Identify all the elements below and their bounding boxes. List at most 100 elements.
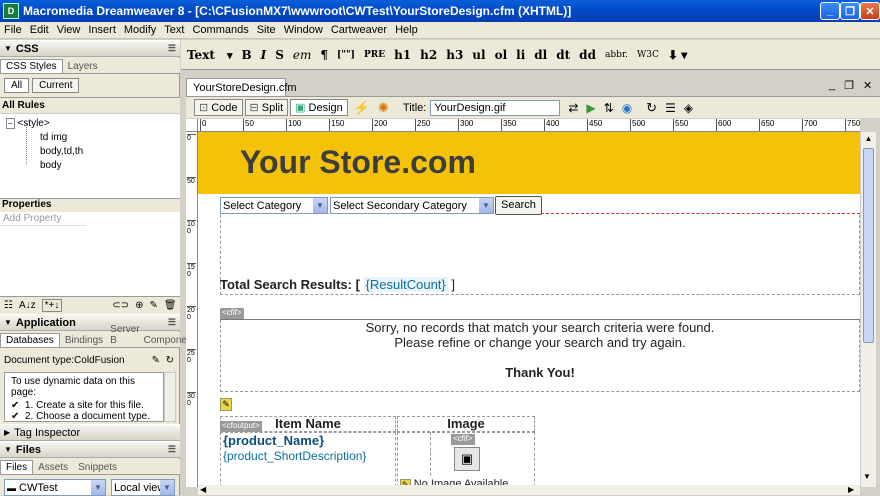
panel-options-icon[interactable]: ☰ xyxy=(168,43,176,54)
show-category-icon[interactable]: ☷ xyxy=(4,300,13,311)
acronym-button[interactable]: W3C xyxy=(637,50,659,60)
view-options-icon[interactable]: ☰ xyxy=(665,101,676,115)
search-button[interactable]: Search xyxy=(495,196,542,215)
h2-button[interactable]: h2 xyxy=(420,48,437,62)
tab-snippets[interactable]: Snippets xyxy=(73,461,122,474)
menu-modify[interactable]: Modify xyxy=(120,24,160,36)
product-description-binding[interactable]: {product_ShortDescription} xyxy=(223,449,366,463)
design-canvas[interactable]: Your Store.com Select Category ▼ Select S… xyxy=(198,132,860,487)
cfif-tag-marker[interactable]: <cfif> xyxy=(220,308,244,319)
characters-menu[interactable]: ⬇ ▾ xyxy=(668,48,687,62)
result-count-binding[interactable]: {ResultCount} xyxy=(363,277,448,292)
file-management-icon[interactable]: ⇄ xyxy=(568,101,578,115)
tab-databases[interactable]: Databases xyxy=(0,333,60,347)
menu-file[interactable]: File xyxy=(0,24,26,36)
doc-restore-icon[interactable]: ❐ xyxy=(844,79,854,92)
panel-options-icon[interactable]: ☰ xyxy=(168,317,176,328)
document-tab[interactable]: YourStoreDesign.cfm xyxy=(186,78,297,96)
menu-insert[interactable]: Insert xyxy=(84,24,120,36)
ol-button[interactable]: ol xyxy=(495,48,508,62)
menu-site[interactable]: Site xyxy=(253,24,280,36)
menu-cartweaver[interactable]: Cartweaver xyxy=(327,24,391,36)
product-name-binding[interactable]: {product_Name} xyxy=(223,433,324,448)
tree-item-style[interactable]: − <style> xyxy=(6,118,50,129)
split-view-button[interactable]: ⊟ Split xyxy=(244,99,289,116)
secondary-category-select[interactable]: Select Secondary Category ▼ xyxy=(330,197,494,214)
menu-text[interactable]: Text xyxy=(160,24,188,36)
instructions-scrollbar[interactable] xyxy=(164,372,176,422)
dd-button[interactable]: dd xyxy=(579,48,596,62)
refresh-design-icon[interactable]: ↻ xyxy=(646,100,657,116)
blockquote-button[interactable]: [""] xyxy=(337,50,355,60)
menu-help[interactable]: Help xyxy=(391,24,422,36)
browser-check-icon[interactable]: ◉ xyxy=(622,101,632,115)
doc-close-icon[interactable]: ✕ xyxy=(863,79,872,92)
site-select[interactable]: ▬ CWTest ▼ xyxy=(4,479,106,496)
vertical-scrollbar[interactable]: ▲ ▼ xyxy=(860,132,876,487)
live-data-icon[interactable]: ⚡ xyxy=(354,100,370,116)
close-button[interactable]: ✕ xyxy=(860,2,880,20)
vertical-scroll-thumb[interactable] xyxy=(863,148,874,343)
show-set-icon[interactable]: *+↓ xyxy=(41,299,63,312)
h1-button[interactable]: h1 xyxy=(394,48,411,62)
check-page-icon[interactable]: ⇅ xyxy=(604,101,614,115)
menu-view[interactable]: View xyxy=(53,24,85,36)
tree-item-td-img[interactable]: td img xyxy=(40,132,67,143)
h3-button[interactable]: h3 xyxy=(446,48,463,62)
dt-button[interactable]: dt xyxy=(556,48,570,62)
scroll-left-icon[interactable]: ◀ xyxy=(200,485,206,494)
maximize-button[interactable]: ❐ xyxy=(840,2,860,20)
visual-aids-icon[interactable]: ◈ xyxy=(684,101,693,115)
tab-bindings[interactable]: Bindings xyxy=(60,334,108,347)
menu-window[interactable]: Window xyxy=(280,24,327,36)
application-panel-header[interactable]: ▼ Application ☰ xyxy=(0,314,180,331)
image-placeholder-icon[interactable]: ▣ xyxy=(454,447,480,471)
design-view-button[interactable]: ▣ Design xyxy=(290,99,348,116)
delete-rule-icon[interactable]: 🗑 xyxy=(164,300,177,311)
minimize-button[interactable]: _ xyxy=(820,2,840,20)
preview-browser-icon[interactable]: ▶ xyxy=(586,101,595,115)
ruler-origin[interactable] xyxy=(186,119,198,132)
show-alpha-icon[interactable]: A↓z xyxy=(19,300,36,311)
document-title-input[interactable]: YourDesign.gif xyxy=(430,99,561,116)
add-property-link[interactable]: Add Property xyxy=(0,212,86,226)
category-select[interactable]: Select Category ▼ xyxy=(220,197,328,214)
tree-item-body-td-th[interactable]: body,td,th xyxy=(40,146,83,157)
panel-options-icon[interactable]: ☰ xyxy=(168,444,176,455)
cfif-tag-marker-image[interactable]: <cfif> xyxy=(451,434,475,445)
scroll-right-icon[interactable]: ▶ xyxy=(848,485,854,494)
menu-commands[interactable]: Commands xyxy=(188,24,252,36)
tab-assets[interactable]: Assets xyxy=(33,461,73,474)
ul-button[interactable]: ul xyxy=(472,48,485,62)
code-view-button[interactable]: ⊡ Code xyxy=(194,99,243,116)
bold-button[interactable]: B xyxy=(241,48,251,62)
tab-layers[interactable]: Layers xyxy=(63,60,103,73)
refresh-icon[interactable]: ↻ xyxy=(166,355,174,366)
li-button[interactable]: li xyxy=(516,48,525,62)
files-panel-header[interactable]: ▼ Files ☰ xyxy=(0,441,180,458)
new-rule-icon[interactable]: ⊕ xyxy=(135,300,143,311)
current-button[interactable]: Current xyxy=(32,78,80,93)
em-button[interactable]: em xyxy=(293,48,311,62)
tab-components[interactable]: Compone xyxy=(142,334,189,347)
doc-minimize-icon[interactable]: _ xyxy=(829,79,835,92)
pre-button[interactable]: PRE xyxy=(364,50,385,60)
horizontal-scrollbar[interactable]: ◀ ▶ xyxy=(198,485,860,495)
tab-css-styles[interactable]: CSS Styles xyxy=(0,59,63,73)
italic-button[interactable]: I xyxy=(261,48,267,62)
tag-inspector-header[interactable]: ▶ Tag Inspector xyxy=(0,424,180,441)
all-button[interactable]: All xyxy=(4,78,30,93)
tab-server-behaviors[interactable]: Server B xyxy=(108,323,141,347)
view-select[interactable]: Local view ▼ xyxy=(111,479,175,496)
attach-style-icon[interactable]: ⊂⊃ xyxy=(112,300,129,311)
scroll-down-icon[interactable]: ▼ xyxy=(863,472,871,481)
tab-files[interactable]: Files xyxy=(0,460,34,474)
menu-edit[interactable]: Edit xyxy=(26,24,53,36)
edit-rule-icon[interactable]: ✎ xyxy=(150,300,158,311)
cfoutput-tag-marker[interactable]: <cfoutput> xyxy=(220,421,262,432)
server-debug-icon[interactable]: ✺ xyxy=(378,100,389,116)
paragraph-button[interactable]: ¶ xyxy=(320,48,328,62)
server-script-icon[interactable]: ✎ xyxy=(220,398,232,411)
dreamweaver-app-icon[interactable]: D xyxy=(3,3,19,19)
css-panel-header[interactable]: ▼ CSS ☰ xyxy=(0,40,180,57)
